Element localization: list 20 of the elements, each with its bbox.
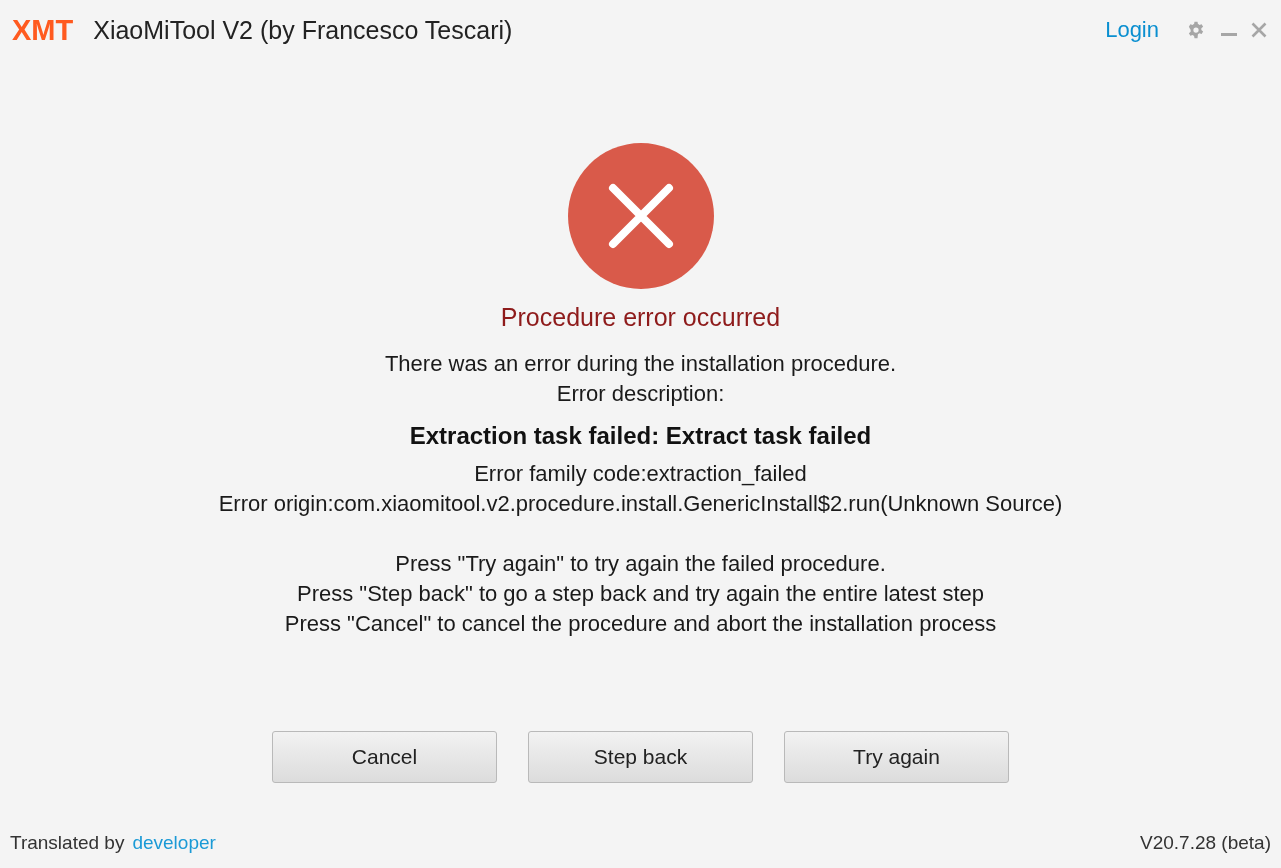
settings-icon[interactable]	[1187, 21, 1205, 39]
instruction-line: Press "Cancel" to cancel the procedure and abort the installation process	[284, 610, 997, 638]
version-label: V20.7.28 (beta)	[1140, 830, 1271, 855]
error-icon	[567, 143, 714, 289]
error-summary: Extraction task failed: Extract task failed	[409, 421, 872, 451]
instruction-line: Press "Try again" to try again the failed procedure.	[395, 550, 886, 578]
window-title: XiaoMiTool V2 (by Francesco Tescari)	[93, 17, 513, 43]
dialog-button[interactable]: Cancel	[272, 731, 497, 783]
error-detail-line: Error origin:com.xiaomitool.v2.procedure.install.GenericInstall$2.run(Unknown Source)	[218, 490, 1063, 518]
app-logo: XMT	[12, 15, 74, 45]
dialog-button[interactable]: Step back	[528, 731, 753, 783]
error-detail-line: Error family code:extraction_failed	[474, 460, 807, 488]
translated-by-label: Translated by	[10, 830, 125, 855]
error-message-line: There was an error during the installation procedure.	[384, 350, 897, 378]
dialog-button[interactable]: Try again	[784, 731, 1009, 783]
close-icon[interactable]	[1251, 22, 1267, 38]
error-message-line: Error description:	[556, 380, 725, 408]
error-heading: Procedure error occurred	[500, 302, 781, 332]
instruction-line: Press "Step back" to go a step back and try again the entire latest step	[297, 580, 984, 608]
minimize-icon[interactable]	[1221, 32, 1237, 36]
